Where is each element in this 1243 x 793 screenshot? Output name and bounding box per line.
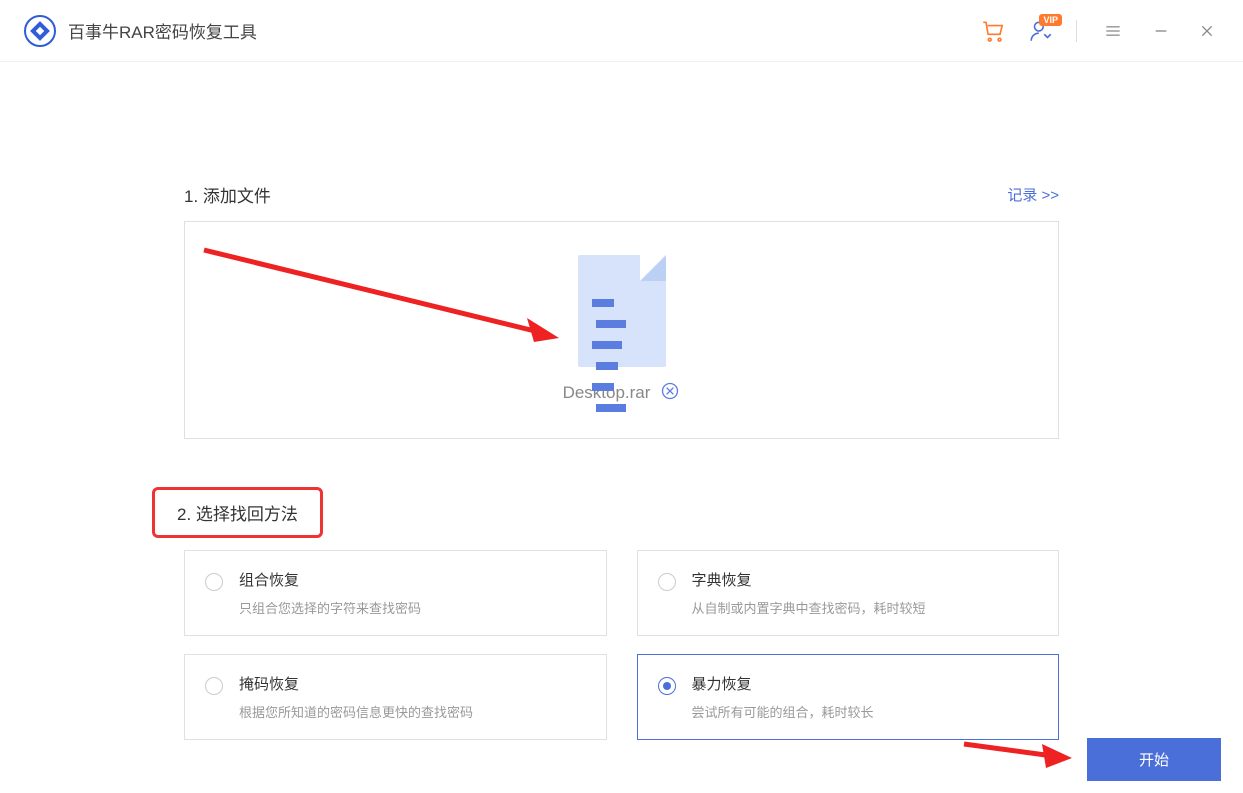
- step1-header: 1. 添加文件 记录 >>: [184, 182, 1059, 207]
- file-icon: [578, 255, 666, 367]
- menu-icon[interactable]: [1099, 17, 1127, 45]
- app-title: 百事牛RAR密码恢复工具: [68, 18, 257, 43]
- step2-highlight-box: 2. 选择找回方法: [152, 487, 323, 538]
- records-link[interactable]: 记录 >>: [1007, 184, 1059, 205]
- option-desc: 只组合您选择的字符来查找密码: [239, 598, 421, 617]
- step2-title: 2. 选择找回方法: [177, 500, 298, 525]
- app-logo-icon: [24, 15, 56, 47]
- vip-badge: VIP: [1039, 14, 1062, 26]
- option-brute-force[interactable]: 暴力恢复 尝试所有可能的组合，耗时较长: [637, 654, 1060, 740]
- option-title: 掩码恢复: [239, 673, 473, 694]
- option-mask[interactable]: 掩码恢复 根据您所知道的密码信息更快的查找密码: [184, 654, 607, 740]
- option-title: 暴力恢复: [692, 673, 874, 694]
- radio-icon: [205, 573, 223, 591]
- option-desc: 从自制或内置字典中查找密码，耗时较短: [692, 598, 926, 617]
- file-dropzone[interactable]: Desktop.rar: [184, 221, 1059, 439]
- remove-file-icon[interactable]: [660, 381, 680, 406]
- radio-icon: [205, 677, 223, 695]
- recovery-options-grid: 组合恢复 只组合您选择的字符来查找密码 字典恢复 从自制或内置字典中查找密码，耗…: [184, 550, 1059, 740]
- option-combination[interactable]: 组合恢复 只组合您选择的字符来查找密码: [184, 550, 607, 636]
- user-icon[interactable]: VIP: [1028, 18, 1054, 44]
- option-title: 字典恢复: [692, 569, 926, 590]
- titlebar: 百事牛RAR密码恢复工具 VIP: [0, 0, 1243, 62]
- title-right: VIP: [980, 17, 1219, 45]
- radio-icon: [658, 573, 676, 591]
- option-title: 组合恢复: [239, 569, 421, 590]
- minimize-icon[interactable]: [1149, 19, 1173, 43]
- start-button[interactable]: 开始: [1087, 738, 1221, 781]
- close-icon[interactable]: [1195, 19, 1219, 43]
- radio-icon: [658, 677, 676, 695]
- main-content: 1. 添加文件 记录 >> Desktop.rar 2. 选择找回方法: [0, 182, 1243, 740]
- option-desc: 尝试所有可能的组合，耗时较长: [692, 702, 874, 721]
- option-dictionary[interactable]: 字典恢复 从自制或内置字典中查找密码，耗时较短: [637, 550, 1060, 636]
- divider: [1076, 20, 1077, 42]
- step1-title: 1. 添加文件: [184, 182, 271, 207]
- cart-icon[interactable]: [980, 18, 1006, 44]
- option-desc: 根据您所知道的密码信息更快的查找密码: [239, 702, 473, 721]
- footer: 开始: [1087, 738, 1221, 781]
- title-left: 百事牛RAR密码恢复工具: [24, 15, 257, 47]
